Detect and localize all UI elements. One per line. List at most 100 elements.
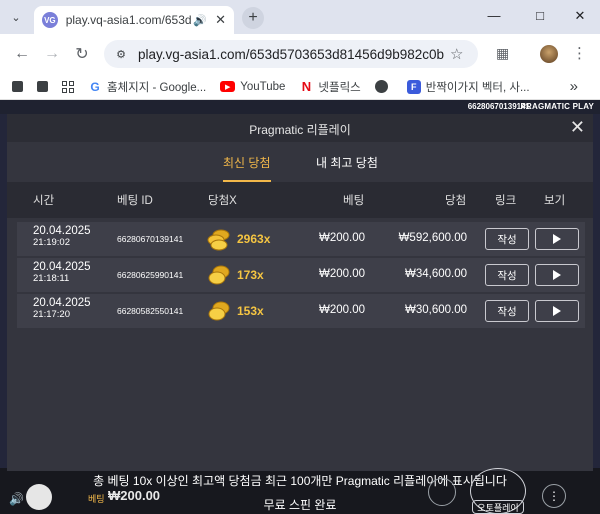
row-bet: ₩200.00	[318, 268, 365, 280]
google-icon: G	[90, 79, 100, 94]
more-bookmarks-icon[interactable]: »	[570, 78, 578, 95]
coins-icon	[208, 265, 230, 285]
tab-favicon: VG	[42, 12, 58, 28]
view-replay-button[interactable]	[535, 228, 579, 250]
table-row: 20.04.2025 21:17:20 66280582550141 153x …	[17, 294, 585, 328]
table-row: 20.04.2025 21:19:02 66280670139141 2963x…	[17, 222, 585, 256]
autoplay-button[interactable]: 오토플레이	[472, 500, 524, 514]
coins-icon	[207, 229, 230, 251]
create-link-button[interactable]: 작성	[485, 300, 529, 322]
maximize-icon[interactable]: □	[530, 8, 550, 23]
close-icon[interactable]: ✕	[570, 117, 585, 137]
url-text[interactable]: play.vg-asia1.com/653d5703653d81456d9b98…	[138, 47, 444, 62]
play-icon	[553, 270, 561, 280]
square-icon	[12, 81, 23, 92]
square-icon	[37, 81, 48, 92]
modal-header: Pragmatic 리플레이 ✕	[7, 114, 593, 142]
browser-tab[interactable]: VG play.vq-asia1.com/653d570 🔊 ✕	[34, 6, 234, 34]
bet-decrease-button[interactable]	[428, 478, 456, 506]
tab-latest-wins[interactable]: 최신 당첨	[223, 154, 271, 171]
row-date: 20.04.2025 21:17:20	[33, 297, 91, 320]
row-date: 20.04.2025 21:18:11	[33, 261, 91, 284]
bookmark-item[interactable]	[374, 80, 393, 93]
row-time: 21:19:02	[33, 237, 70, 248]
row-bet: ₩200.00	[318, 304, 365, 316]
globe-icon	[374, 80, 388, 93]
play-icon	[553, 234, 561, 244]
bookmark-f-icon: F	[406, 79, 421, 94]
bookmark-item[interactable]: F 반짝이가지 벡터, 사...	[406, 79, 530, 95]
row-win: ₩34,600.00	[404, 268, 467, 280]
column-header-link: 링크	[495, 195, 517, 207]
bookmarks-bar: G 홈체지지 - Google... ▶ YouTube N 넷플릭스 F 반짝…	[0, 74, 600, 100]
bookmark-item[interactable]: G 홈체지지 - Google...	[88, 79, 206, 95]
bookmark-item[interactable]: ▶ YouTube	[220, 81, 285, 93]
back-icon[interactable]: ←	[12, 44, 32, 64]
modal-tabs: 최신 당첨 내 최고 당첨	[7, 142, 593, 182]
row-date-value: 20.04.2025	[33, 225, 91, 237]
row-multiplier: 153x	[237, 304, 264, 318]
site-info-icon[interactable]: ⚙	[112, 45, 130, 63]
play-icon	[553, 306, 561, 316]
bookmark-label: 홈체지지 - Google...	[107, 81, 207, 94]
row-date-value: 20.04.2025	[33, 261, 91, 273]
extensions-icon[interactable]: ▦	[496, 45, 509, 62]
bookmark-item[interactable]	[37, 81, 48, 92]
bookmark-label: 넷플릭스	[318, 81, 361, 94]
bookmark-label: 반짝이가지 벡터, 사...	[425, 81, 530, 94]
apps-grid-icon	[62, 80, 74, 93]
address-bar[interactable]: ⚙ play.vg-asia1.com/653d5703653d81456d9b…	[104, 40, 478, 68]
tab-search-chevron-icon[interactable]: ⌄	[6, 7, 26, 27]
row-win: ₩592,600.00	[398, 232, 467, 244]
column-header-time: 시간	[33, 195, 55, 207]
table-header: 시간 베팅 ID 당첨X 베팅 당첨 링크 보기	[7, 182, 593, 218]
column-header-view: 보기	[544, 195, 566, 207]
column-header-win: 당첨	[445, 195, 467, 207]
minimize-icon[interactable]: —	[484, 8, 504, 23]
row-bet-id: 66280670139141	[117, 234, 184, 244]
tab-title: play.vq-asia1.com/653d570	[65, 13, 192, 27]
row-bet-id: 66280582550141	[117, 306, 184, 316]
close-tab-icon[interactable]: ✕	[215, 12, 226, 28]
speaker-icon[interactable]: 🔊	[193, 14, 207, 27]
bookmark-item[interactable]: N 넷플릭스	[299, 79, 361, 95]
netflix-icon: N	[301, 79, 312, 94]
row-time: 21:18:11	[33, 273, 70, 284]
column-header-bet-id: 베팅 ID	[117, 195, 153, 207]
bookmark-star-icon[interactable]: ☆	[450, 45, 463, 63]
profile-avatar[interactable]	[540, 45, 558, 63]
view-replay-button[interactable]	[535, 300, 579, 322]
replay-modal: Pragmatic 리플레이 ✕ 최신 당첨 내 최고 당첨 시간 베팅 ID …	[7, 114, 593, 471]
forward-icon[interactable]: →	[42, 44, 62, 64]
row-date-value: 20.04.2025	[33, 297, 91, 309]
new-tab-button[interactable]: +	[242, 7, 264, 29]
game-viewport: 66280670139141 PRAGMATIC PLAY Pragmatic …	[0, 100, 600, 514]
column-header-bet: 베팅	[343, 195, 365, 207]
browser-toolbar: ← → ↻ ⚙ play.vg-asia1.com/653d5703653d81…	[0, 34, 600, 74]
provider-logo: PRAGMATIC PLAY	[520, 102, 594, 111]
browser-menu-icon[interactable]: ⋮	[572, 44, 587, 62]
row-bet: ₩200.00	[318, 232, 365, 244]
bookmark-label: YouTube	[240, 80, 286, 93]
column-header-multiplier: 당첨X	[208, 195, 237, 207]
bookmark-item[interactable]	[12, 81, 23, 92]
row-time: 21:17:20	[33, 309, 70, 320]
reload-icon[interactable]: ↻	[72, 44, 92, 64]
row-multiplier: 173x	[237, 268, 264, 282]
tab-my-best-wins[interactable]: 내 최고 당첨	[316, 154, 378, 171]
table-row: 20.04.2025 21:18:11 66280625990141 173x …	[17, 258, 585, 292]
create-link-button[interactable]: 작성	[485, 228, 529, 250]
row-win: ₩30,600.00	[404, 304, 467, 316]
youtube-icon: ▶	[220, 81, 236, 92]
bookmark-item[interactable]	[62, 80, 74, 93]
view-replay-button[interactable]	[535, 264, 579, 286]
row-multiplier: 2963x	[237, 232, 271, 246]
create-link-button[interactable]: 작성	[485, 264, 529, 286]
close-window-icon[interactable]: ✕	[570, 8, 590, 24]
row-date: 20.04.2025 21:19:02	[33, 225, 91, 248]
modal-title: Pragmatic 리플레이	[249, 123, 351, 137]
info-icon[interactable]: ⋮	[542, 484, 566, 508]
browser-tab-strip: ⌄ VG play.vq-asia1.com/653d570 🔊 ✕ + — □…	[0, 0, 600, 34]
row-bet-id: 66280625990141	[117, 270, 184, 280]
coins-icon	[208, 301, 230, 321]
